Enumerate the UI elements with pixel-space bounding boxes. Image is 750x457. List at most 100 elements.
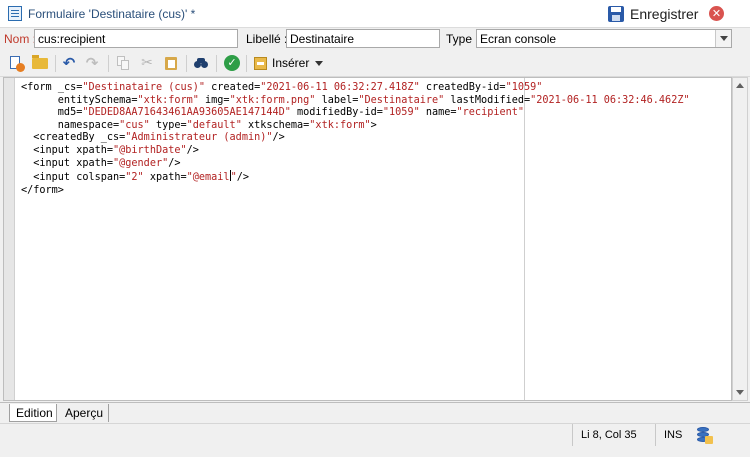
xml-tag: <createdBy [21,132,101,144]
type-select[interactable]: Ecran console [476,29,732,48]
xml-tag: <input [21,172,77,184]
cut-icon[interactable]: ✂ [139,55,155,71]
toolbar-separator [186,55,187,72]
xml-attribute-name: modifiedBy-id= [290,107,383,119]
toolbar-separator [108,55,109,72]
xml-attribute-value: "2021-06-11 06:32:27.418Z" [260,82,420,93]
xml-attribute-name: xpath= [76,157,114,169]
xml-attribute-name: colspan= [76,172,126,184]
xml-attribute-value: "Administrateur (admin)" [125,132,273,144]
xml-tag: /> [168,157,181,169]
xml-editor[interactable]: <form _cs="Destinataire (cus)" created="… [3,77,732,401]
xml-attribute-value: "DEDED8AA71643461AA93605AE147144D" [82,107,291,119]
database-icon [697,427,713,444]
type-label: Type : [446,32,479,46]
copy-icon[interactable] [115,55,131,71]
xml-attribute-name: img= [198,94,230,106]
label-label: Libellé : [246,32,288,46]
form-properties-row: Nom : cus:recipient Libellé : Destinatai… [0,28,750,50]
xml-attribute-name: created= [205,82,261,93]
editor-gutter [4,78,15,400]
xml-tag: </form> [21,184,64,196]
floppy-disk-icon [608,6,624,22]
xml-attribute-name: _cs= [57,82,83,93]
insert-mode: INS [655,424,689,446]
xml-attribute-name: _cs= [100,132,126,144]
xml-attribute-name: namespace= [21,119,120,131]
xml-attribute-value: "2" [125,172,144,184]
open-folder-icon[interactable] [32,55,48,71]
vertical-scrollbar[interactable] [732,77,748,401]
xml-attribute-name: lastModified= [444,94,531,106]
title-bar: Formulaire 'Destinataire (cus)' * Enregi… [0,0,750,28]
caret-down-icon [315,60,324,66]
tab-apercu[interactable]: Aperçu [59,404,109,422]
undo-icon[interactable]: ↶ [61,55,77,71]
status-bar: Li 8, Col 35 INS [0,423,750,446]
tab-edition[interactable]: Edition [9,404,57,422]
name-field[interactable]: cus:recipient [34,29,238,48]
xml-attribute-value: "@email [186,172,230,184]
xml-attribute-value: "@birthDate" [113,144,187,156]
paste-icon[interactable] [163,55,179,71]
label-field[interactable]: Destinataire [286,29,440,48]
toolbar-separator [55,55,56,72]
xml-tag: /> [186,144,199,156]
find-icon[interactable] [193,55,209,71]
redo-icon[interactable]: ↷ [84,55,100,71]
xml-attribute-value: "Destinataire" [358,94,445,106]
xml-tag: /> [236,172,249,184]
xml-attribute-name: xpath= [143,172,187,184]
code-line[interactable]: </form> [21,185,690,198]
code-line[interactable]: entitySchema="xtk:form" img="xtk:form.pn… [21,95,690,108]
xml-attribute-value: "xtk:form.png" [229,94,316,106]
new-icon[interactable] [9,55,25,72]
code-line[interactable]: namespace="cus" type="default" xtkschema… [21,120,690,133]
save-button-label: Enregistrer [630,6,699,22]
xml-attribute-name: label= [315,94,359,106]
xml-attribute-value: "xtk:form" [137,94,199,106]
code-line[interactable]: <createdBy _cs="Administrateur (admin)"/… [21,132,690,145]
close-icon[interactable]: ✕ [709,6,724,21]
xml-attribute-name: xtkschema= [241,119,310,131]
xml-source-code[interactable]: <form _cs="Destinataire (cus)" created="… [21,82,690,197]
cursor-position: Li 8, Col 35 [572,424,644,446]
xml-attribute-value: "1059" [505,82,543,93]
xml-attribute-name: name= [419,107,457,119]
code-line[interactable]: <input xpath="@gender"/> [21,158,690,171]
xml-tag: /> [272,132,285,144]
xml-attribute-value: "Destinataire (cus)" [82,82,206,93]
xml-tag: <input [21,157,77,169]
code-line[interactable]: <input colspan="2" xpath="@email"/> [21,170,690,185]
code-line[interactable]: <input xpath="@birthDate"/> [21,145,690,158]
xml-tag: <form [21,82,58,93]
validate-icon[interactable]: ✓ [224,55,240,71]
type-select-value: Ecran console [480,32,557,46]
insert-button-label: Insérer [272,56,310,70]
scroll-down-icon[interactable] [736,390,744,395]
insert-button[interactable]: Insérer [254,54,324,72]
xml-tag: <input [21,144,77,156]
scroll-up-icon[interactable] [736,83,744,88]
xml-attribute-name: type= [149,119,187,131]
save-button[interactable]: Enregistrer [608,4,698,24]
xml-attribute-name: md5= [21,107,83,119]
form-icon [8,6,22,21]
xml-attribute-value: "xtk:form" [309,119,371,131]
xml-attribute-value: "recipient" [456,107,524,119]
xml-attribute-value: "2021-06-11 06:32:46.462Z" [530,94,690,106]
xml-attribute-name: xpath= [76,144,114,156]
name-label: Nom : [4,32,37,46]
editor-tabs: Edition Aperçu [0,402,750,422]
code-line[interactable]: <form _cs="Destinataire (cus)" created="… [21,82,690,95]
code-line[interactable]: md5="DEDED8AA71643461AA93605AE147144D" m… [21,107,690,120]
xml-attribute-value: "1059" [382,107,420,119]
toolbar-separator [216,55,217,72]
xml-attribute-name: entitySchema= [21,94,138,106]
xml-attribute-value: "default" [186,119,242,131]
toolbar-separator [246,55,247,72]
chevron-down-icon[interactable] [715,30,731,47]
xml-attribute-value: "cus" [119,119,150,131]
editor-toolbar: ↶ ↷ ✂ ✓ Insérer [0,50,750,77]
xml-attribute-value: "@gender" [113,157,169,169]
